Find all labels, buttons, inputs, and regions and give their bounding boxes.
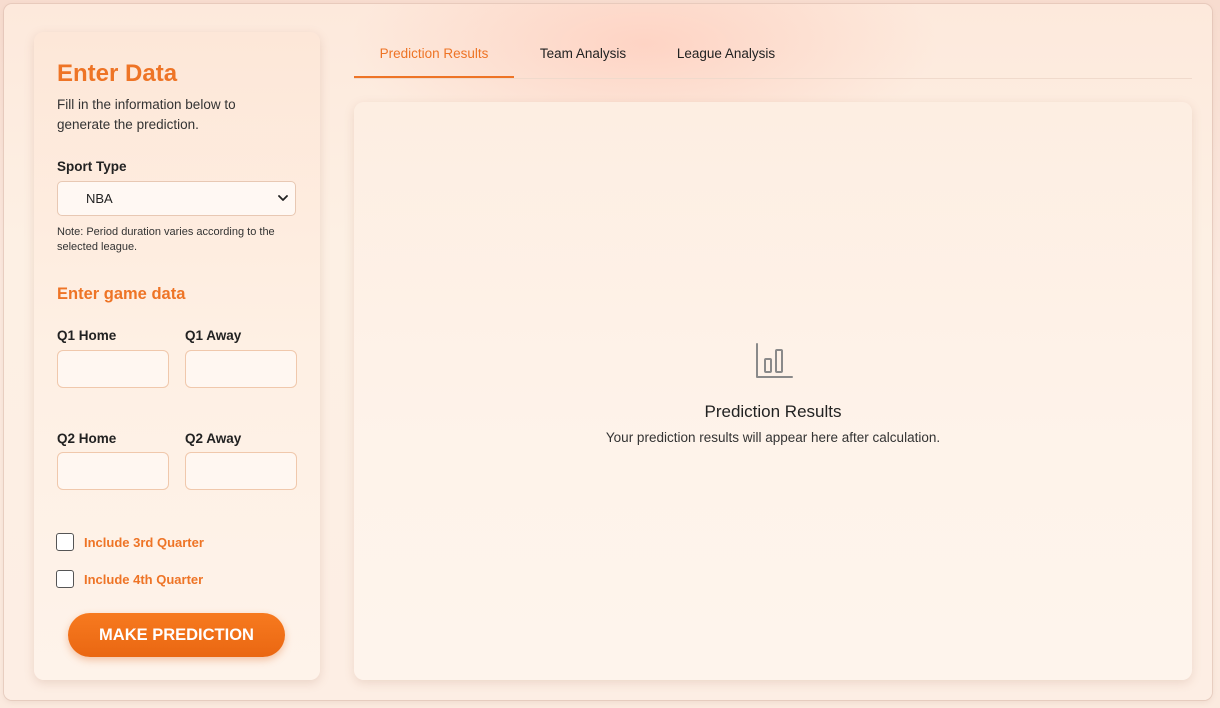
include-q4-checkbox[interactable] [56, 570, 74, 588]
q2-away-label: Q2 Away [185, 431, 242, 446]
sport-type-label: Sport Type [57, 159, 127, 174]
q2-home-label: Q2 Home [57, 431, 117, 446]
tab-team-analysis[interactable]: Team Analysis [524, 38, 642, 78]
results-panel: Prediction Results Your prediction resul… [354, 102, 1192, 680]
make-prediction-button[interactable]: MAKE PREDICTION [68, 613, 285, 657]
period-note: Note: Period duration varies according t… [57, 226, 275, 253]
sidebar-description: Fill in the information below to generat… [57, 97, 236, 132]
tab-bar: Prediction Results Team Analysis League … [354, 38, 1192, 79]
q1-home-label: Q1 Home [57, 328, 117, 343]
q1-away-input[interactable] [185, 350, 297, 388]
tab-prediction-results[interactable]: Prediction Results [354, 38, 514, 78]
input-sidebar: Enter Data Fill in the information below… [34, 32, 320, 680]
app-window: Enter Data Fill in the information below… [4, 4, 1212, 700]
sidebar-title: Enter Data [57, 60, 178, 87]
q2-home-input[interactable] [57, 452, 169, 490]
include-q4-label[interactable]: Include 4th Quarter [84, 572, 203, 587]
sport-type-value: NBA [86, 191, 113, 206]
q1-home-input[interactable] [57, 350, 169, 388]
bar-chart-icon [756, 343, 793, 378]
results-title: Prediction Results [704, 402, 842, 421]
results-subtitle: Your prediction results will appear here… [605, 430, 941, 445]
q1-away-label: Q1 Away [185, 328, 242, 343]
include-q3-label[interactable]: Include 3rd Quarter [84, 535, 204, 550]
sport-type-select[interactable]: NBA [57, 181, 296, 216]
game-data-heading: Enter game data [57, 285, 186, 303]
tab-league-analysis[interactable]: League Analysis [662, 38, 790, 78]
q2-away-input[interactable] [185, 452, 297, 490]
chevron-down-icon [278, 195, 288, 201]
include-q3-checkbox[interactable] [56, 533, 74, 551]
